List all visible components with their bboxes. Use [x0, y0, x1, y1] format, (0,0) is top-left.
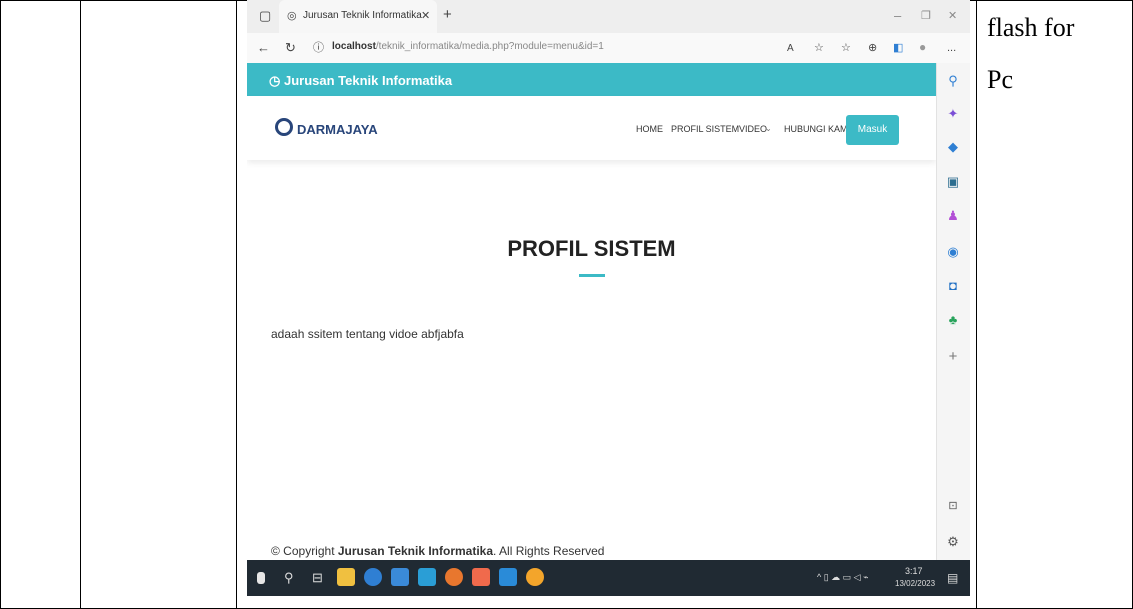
browser-screenshot: ▢ ◎ Jurusan Teknik Informatika ✕ + – ❐ ✕…	[247, 0, 970, 596]
side-text-line-1: flash for	[987, 13, 1075, 42]
taskbar-time: 3:17	[905, 566, 923, 576]
windows-taskbar: ⚲ ⊟ ^ ▯ ☁ ▭ ◁ ⌁ 3:17 13/02/2023 ▤	[247, 560, 970, 596]
favorites-icon[interactable]: ☆	[814, 41, 824, 55]
nav-hubungi-kami[interactable]: HUBUNGI KAMI	[784, 124, 850, 134]
copyright-suffix: . All Rights Reserved	[493, 544, 605, 558]
nav-video[interactable]: VIDEO	[739, 124, 767, 134]
tag-icon[interactable]: ◆	[945, 139, 961, 155]
page-content: adaah ssitem tentang vidoe abfjabfa	[271, 327, 464, 341]
tab-title: Jurusan Teknik Informatika	[303, 10, 422, 21]
xampp-icon[interactable]	[472, 568, 490, 586]
table-border-col3	[976, 0, 977, 609]
table-border-col2	[236, 0, 237, 609]
settings-icon[interactable]: ⚙	[945, 534, 961, 550]
tab-favicon-icon: ◎	[287, 10, 297, 22]
chevron-down-icon: ⌄	[765, 124, 772, 133]
minimize-icon[interactable]: –	[894, 9, 901, 23]
more-icon[interactable]: ...	[947, 41, 956, 55]
title-underline	[579, 274, 605, 277]
task-view-icon[interactable]: ⊟	[312, 570, 323, 586]
close-icon[interactable]: ✕	[421, 9, 430, 23]
games-icon[interactable]: ♟	[945, 208, 961, 224]
store-icon[interactable]	[391, 568, 409, 586]
window-close-icon[interactable]: ✕	[948, 9, 957, 23]
edge-sidebar: ⚲ ✦ ◆ ▣ ♟ ◉ ◘ ♣ + ⊡ ⚙	[936, 63, 970, 560]
site-logo-text[interactable]: DARMAJAYA	[297, 122, 378, 137]
web-page: ◷ Jurusan Teknik Informatika DARMAJAYA H…	[247, 63, 936, 560]
window-icon[interactable]: ▢	[259, 9, 271, 23]
login-button[interactable]: Masuk	[846, 115, 899, 145]
start-icon[interactable]	[257, 572, 265, 584]
url-path: /teknik_informatika/media.php?module=men…	[375, 41, 604, 52]
profile-icon[interactable]: ●	[919, 40, 926, 54]
side-text-line-2: Pc	[987, 65, 1013, 94]
tree-icon[interactable]: ♣	[945, 312, 961, 327]
clock-icon: ◷	[269, 73, 284, 88]
url-host: localhost	[332, 41, 376, 52]
site-topbar-text: ◷ Jurusan Teknik Informatika	[269, 73, 452, 89]
site-navbar: DARMAJAYA HOME PROFIL SISTEM VIDEO ⌄ HUB…	[247, 96, 936, 160]
collections-icon[interactable]: ☆	[841, 41, 851, 55]
site-topbar-label: Jurusan Teknik Informatika	[283, 73, 453, 88]
notification-icon[interactable]: ▤	[947, 571, 958, 585]
edge-icon[interactable]: ◧	[893, 41, 903, 55]
maximize-icon[interactable]: ❐	[921, 9, 931, 23]
footer-copyright: © Copyright Jurusan Teknik Informatika. …	[271, 544, 604, 558]
browser-tab[interactable]: ◎ Jurusan Teknik Informatika ✕	[279, 0, 437, 33]
discover-icon[interactable]: ✦	[945, 106, 961, 122]
site-topbar: ◷ Jurusan Teknik Informatika	[247, 63, 936, 96]
vscode-icon[interactable]	[499, 568, 517, 586]
edge-taskbar-icon[interactable]	[364, 568, 382, 586]
split-screen-icon[interactable]: ⊕	[868, 41, 877, 55]
back-icon[interactable]: ←	[257, 41, 270, 55]
refresh-icon[interactable]: ↻	[285, 41, 296, 55]
table-border-left	[0, 0, 1, 609]
nav-home[interactable]: HOME	[636, 124, 663, 134]
mail-icon[interactable]	[418, 568, 436, 586]
browser-titlebar: ▢ ◎ Jurusan Teknik Informatika ✕ + – ❐ ✕	[247, 0, 970, 33]
toolbox-icon[interactable]: ▣	[945, 174, 961, 190]
read-aloud-icon[interactable]: A	[787, 42, 794, 56]
taskbar-date: 13/02/2023	[895, 579, 936, 588]
file-explorer-icon[interactable]	[337, 568, 355, 586]
nav-profil-sistem[interactable]: PROFIL SISTEM	[671, 124, 739, 134]
logo-icon[interactable]	[275, 118, 293, 136]
office-icon[interactable]: ◉	[945, 244, 961, 260]
outlook-icon[interactable]: ◘	[945, 278, 961, 293]
chrome-icon[interactable]	[526, 568, 544, 586]
info-icon[interactable]: ⓘ	[313, 41, 324, 55]
sidebar-toggle-icon[interactable]: ⊡	[945, 499, 961, 512]
page-title: PROFIL SISTEM	[507, 236, 676, 261]
url-input[interactable]: localhost/teknik_informatika/media.php?m…	[332, 41, 604, 52]
new-tab-icon[interactable]: +	[443, 7, 452, 22]
search-icon[interactable]: ⚲	[945, 73, 961, 89]
copyright-brand: Jurusan Teknik Informatika	[337, 544, 494, 558]
search-taskbar-icon[interactable]: ⚲	[284, 570, 294, 586]
tray-icons[interactable]: ^ ▯ ☁ ▭ ◁ ⌁	[817, 572, 869, 583]
firefox-icon[interactable]	[445, 568, 463, 586]
table-border-col1	[80, 0, 81, 609]
copyright-prefix: © Copyright	[271, 544, 338, 558]
add-icon[interactable]: +	[945, 348, 961, 365]
